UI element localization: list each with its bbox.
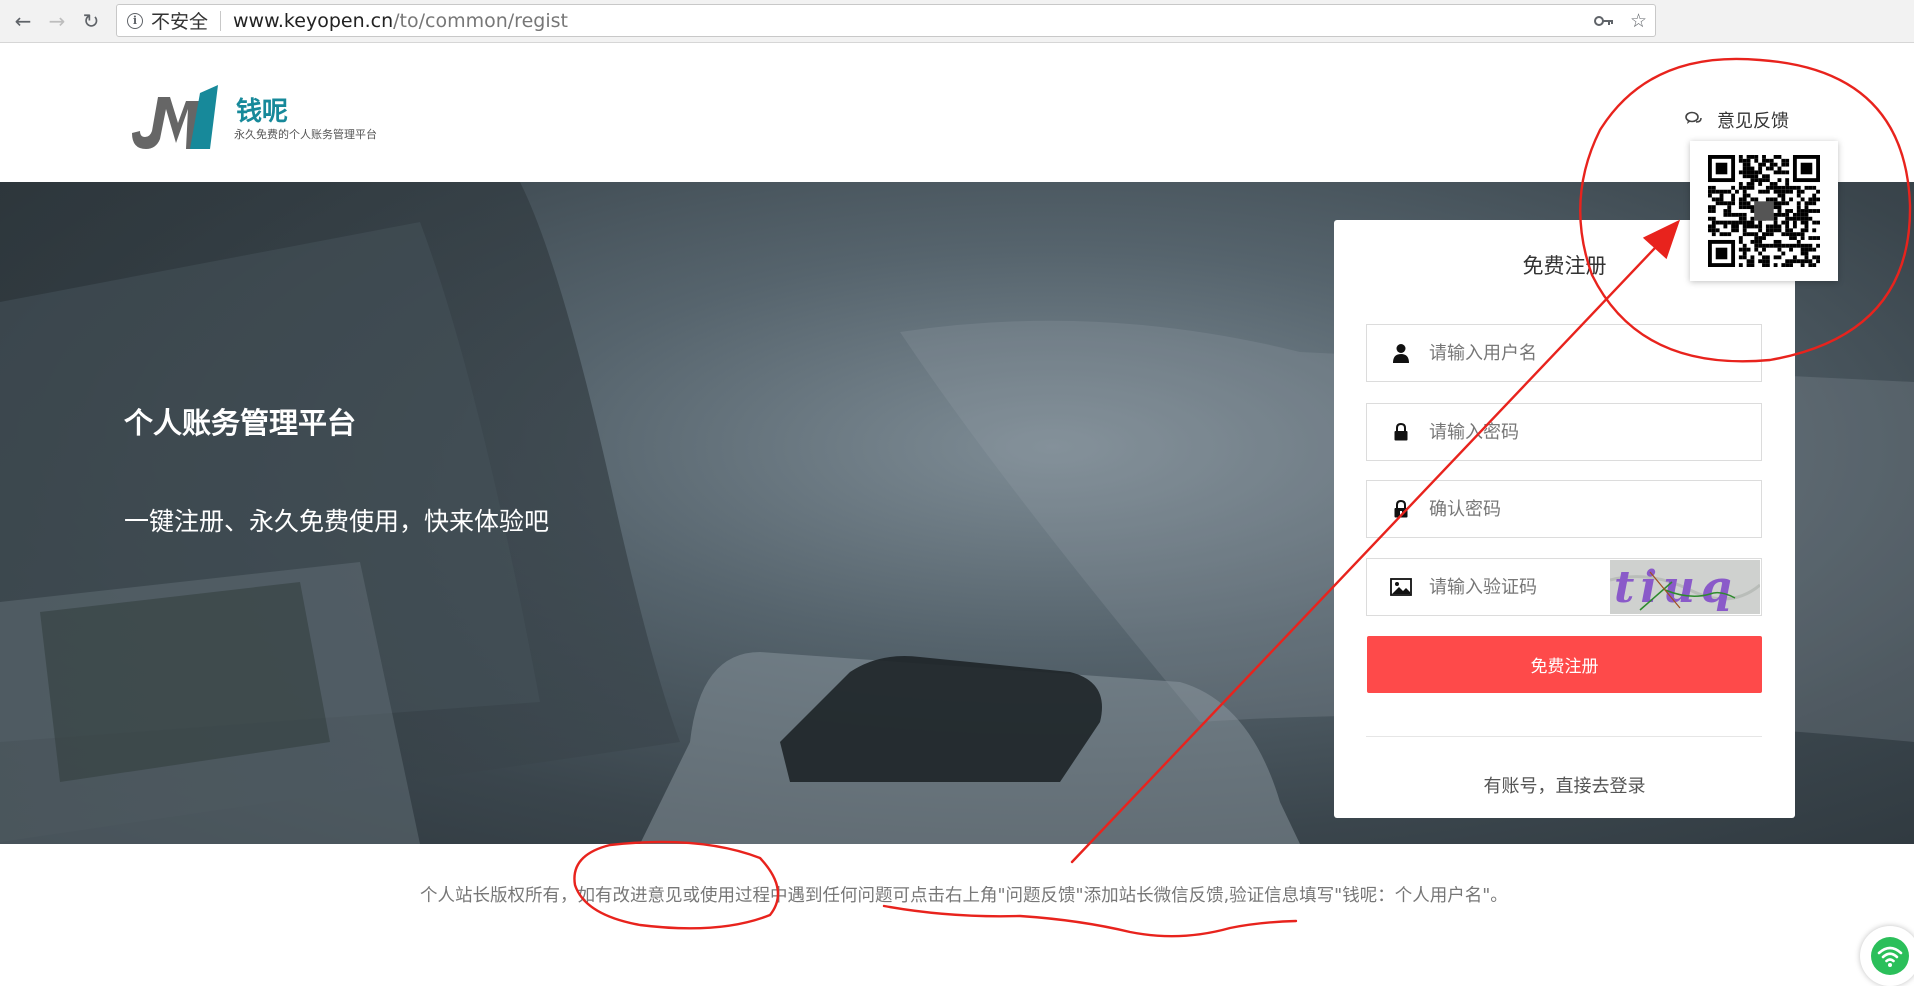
hero-title: 个人账务管理平台 <box>124 406 357 440</box>
register-card: 免费注册 tiuq 免费注册 有账号，直接去登录 <box>1334 220 1795 818</box>
captcha-input[interactable] <box>1427 575 1601 599</box>
wifi-widget[interactable] <box>1860 926 1914 986</box>
wifi-icon <box>1871 937 1909 975</box>
confirm-password-input[interactable] <box>1427 497 1691 521</box>
logo-mark[interactable] <box>130 83 230 153</box>
url-domain: www.keyopen.cn <box>233 9 394 32</box>
bookmark-star-icon[interactable]: ☆ <box>1630 10 1647 32</box>
footer-copyright: 个人站长版权所有，如有改进意见或使用过程中遇到任何问题可点击右上角"问题反馈"添… <box>420 886 1508 906</box>
captcha-text: tiuq <box>1614 562 1738 613</box>
confirm-password-field[interactable] <box>1366 480 1762 538</box>
address-bar[interactable]: i 不安全 www.keyopen.cn/to/common/regist ☆ <box>116 4 1656 37</box>
captcha-image[interactable]: tiuq <box>1610 560 1760 614</box>
captcha-field[interactable]: tiuq <box>1366 558 1762 616</box>
user-icon <box>1389 343 1413 363</box>
reload-icon[interactable]: ↻ <box>78 8 104 34</box>
unlock-icon <box>1389 500 1413 518</box>
chat-bubble-icon <box>1685 111 1703 130</box>
logo-name[interactable]: 钱呢 <box>236 91 288 128</box>
logo-slogan: 永久免费的个人账务管理平台 <box>234 128 377 141</box>
browser-toolbar: ← → ↻ i 不安全 www.keyopen.cn/to/common/reg… <box>0 0 1914 43</box>
image-icon <box>1389 578 1413 596</box>
qr-code-icon <box>1708 155 1820 267</box>
username-field[interactable] <box>1366 324 1762 382</box>
card-divider <box>1366 736 1762 737</box>
feedback-label: 意见反馈 <box>1717 111 1789 132</box>
go-login-link[interactable]: 有账号，直接去登录 <box>1334 772 1795 798</box>
password-field[interactable] <box>1366 403 1762 461</box>
lock-icon <box>1389 423 1413 441</box>
url-divider <box>220 10 222 31</box>
security-label[interactable]: 不安全 <box>151 7 208 34</box>
wechat-qr-code <box>1690 141 1838 281</box>
password-input[interactable] <box>1427 420 1691 444</box>
hero-subtitle: 一键注册、永久免费使用，快来体验吧 <box>124 507 550 536</box>
info-icon[interactable]: i <box>127 12 143 29</box>
username-input[interactable] <box>1427 341 1691 365</box>
forward-arrow-icon[interactable]: → <box>44 8 70 34</box>
register-submit-button[interactable]: 免费注册 <box>1367 636 1762 693</box>
annotation-underline-footer <box>882 904 1298 938</box>
back-arrow-icon[interactable]: ← <box>10 8 36 34</box>
url-path: /to/common/regist <box>393 9 568 32</box>
key-icon[interactable] <box>1593 10 1614 32</box>
feedback-link[interactable]: 意见反馈 <box>1685 107 1789 133</box>
